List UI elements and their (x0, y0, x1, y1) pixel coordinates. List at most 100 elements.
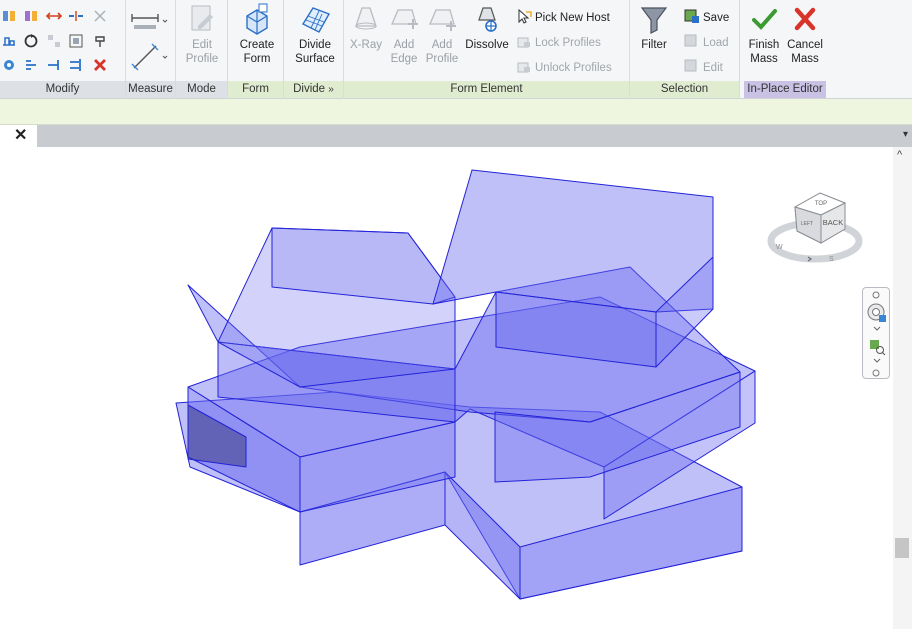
edit-profile-button[interactable]: Edit Profile (180, 2, 224, 66)
mirror-draw-axis-icon[interactable] (23, 8, 39, 24)
zoom-dropdown-icon[interactable] (872, 358, 882, 364)
divide-launcher-icon[interactable]: » (328, 84, 334, 95)
measure-panel-label[interactable]: Measure (126, 81, 175, 98)
in-place-editor-panel: Finish Mass Cancel Mass In-Place Editor (740, 0, 830, 99)
load-selection-icon (684, 34, 697, 47)
unlock-profiles-button[interactable]: Unlock Profiles (516, 58, 612, 76)
pin-icon[interactable] (92, 33, 108, 49)
lock-profiles-button[interactable]: Lock Profiles (516, 33, 601, 51)
navbar-options-icon[interactable] (871, 368, 881, 378)
save-selection-label: Save (703, 12, 730, 24)
finish-mass-button[interactable]: Finish Mass (744, 2, 784, 66)
form-element-panel: X-Ray Add Edge Add Profile Dissolve Pick… (344, 0, 630, 99)
filter-label: Filter (641, 39, 667, 51)
split-with-gap-icon[interactable] (68, 8, 84, 24)
array-icon[interactable] (92, 8, 108, 24)
divide-panel-label[interactable]: Divide » (284, 81, 343, 98)
split-element-icon[interactable] (46, 8, 62, 24)
dissolve-label: Dissolve (465, 39, 509, 51)
viewcube-top-label: TOP (815, 201, 827, 207)
pick-new-host-label: Pick New Host (535, 12, 610, 24)
edit-selection-label: Edit (703, 62, 723, 74)
create-form-button[interactable]: Create Form (234, 2, 280, 66)
ribbon: Modify Measure Edit Profile Mode Create … (0, 0, 912, 99)
divide-surface-icon (301, 7, 331, 33)
view-tab[interactable]: ✕ (0, 125, 37, 147)
load-selection-label: Load (703, 37, 729, 49)
delete-icon[interactable] (92, 57, 108, 73)
divide-surface-label: Divide Surface (295, 39, 335, 65)
create-form-icon (246, 3, 268, 35)
save-selection-icon (684, 9, 699, 23)
save-selection-button[interactable]: Save (684, 8, 729, 26)
finish-mass-label: Finish Mass (748, 39, 780, 65)
mass-model[interactable] (0, 147, 893, 629)
divide-label-text: Divide (293, 83, 326, 95)
steering-wheel-icon[interactable] (866, 302, 888, 324)
compass-label-south[interactable]: S (829, 256, 834, 263)
navbar-close-icon[interactable] (871, 290, 881, 300)
mode-panel: Edit Profile Mode (176, 0, 228, 99)
dissolve-button[interactable]: Dissolve (462, 2, 512, 52)
add-edge-button[interactable]: Add Edge (386, 2, 422, 66)
mode-panel-label[interactable]: Mode (176, 81, 227, 98)
vertical-scrollbar[interactable]: ^ (893, 147, 912, 629)
add-profile-label: Add Profile (425, 39, 459, 65)
copy-icon[interactable] (23, 57, 39, 73)
measure-along-element-icon[interactable] (130, 42, 168, 72)
lock-profiles-icon (517, 37, 530, 48)
tab-menu-icon[interactable]: ▾ (903, 129, 908, 140)
cancel-x-icon (794, 7, 816, 31)
pick-new-host-button[interactable]: Pick New Host (516, 8, 610, 26)
xray-icon (355, 7, 377, 30)
navigation-bar (862, 287, 890, 379)
view-tab-bar: ✕ ▾ (0, 125, 912, 147)
3d-view-canvas[interactable]: TOP BACK LEFT W S (0, 147, 893, 629)
pick-host-icon (518, 8, 532, 24)
divide-surface-button[interactable]: Divide Surface (290, 2, 340, 66)
edit-selection-icon (684, 59, 697, 72)
filter-funnel-icon (640, 7, 668, 34)
in-place-editor-panel-label[interactable]: In-Place Editor (744, 81, 826, 98)
scroll-thumb[interactable] (895, 538, 909, 558)
add-edge-icon (391, 9, 418, 29)
measure-between-references-icon[interactable] (130, 10, 168, 32)
viewcube[interactable]: TOP BACK LEFT W S (765, 185, 863, 273)
trim-extend-icon[interactable] (46, 57, 62, 73)
form-panel-label[interactable]: Form (228, 81, 283, 98)
modify-panel-label[interactable]: Modify (0, 81, 125, 98)
checkmark-icon (752, 9, 777, 30)
selection-panel-label[interactable]: Selection (630, 81, 739, 98)
wheel-dropdown-icon[interactable] (872, 326, 882, 332)
trim-multiple-icon[interactable] (68, 57, 84, 73)
form-element-panel-label[interactable]: Form Element (344, 81, 629, 98)
add-profile-icon (429, 9, 456, 31)
viewcube-side-label: LEFT (801, 221, 813, 227)
close-view-icon[interactable]: ✕ (14, 126, 27, 146)
compass-label-west[interactable]: W (776, 244, 783, 251)
edit-selection-button[interactable]: Edit (684, 58, 723, 76)
cancel-mass-label: Cancel Mass (787, 39, 823, 65)
filter-button[interactable]: Filter (634, 2, 674, 52)
align-icon[interactable] (1, 33, 17, 49)
mirror-pick-axis-icon[interactable] (1, 8, 17, 24)
add-edge-label: Add Edge (390, 39, 418, 65)
zoom-region-icon[interactable] (868, 338, 886, 356)
xray-button[interactable]: X-Ray (346, 2, 386, 52)
options-bar (0, 99, 912, 125)
offset-icon[interactable] (46, 33, 62, 49)
scroll-up-icon[interactable]: ^ (897, 149, 902, 161)
add-profile-button[interactable]: Add Profile (422, 2, 462, 66)
viewcube-back-label: BACK (823, 218, 843, 227)
measure-panel: Measure (126, 0, 176, 99)
move-icon[interactable] (1, 57, 17, 73)
lock-profiles-label: Lock Profiles (535, 37, 601, 49)
rotate-icon[interactable] (23, 33, 39, 49)
mass-top-block[interactable] (432, 169, 714, 313)
load-selection-button[interactable]: Load (684, 33, 729, 51)
cancel-mass-button[interactable]: Cancel Mass (784, 2, 826, 66)
unlock-profiles-label: Unlock Profiles (535, 62, 612, 74)
scale-icon[interactable] (68, 33, 84, 49)
divide-panel: Divide Surface Divide » (284, 0, 344, 99)
modify-panel: Modify (0, 0, 126, 99)
